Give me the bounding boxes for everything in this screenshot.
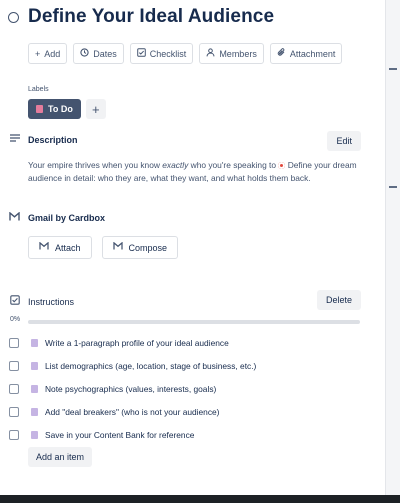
- paperclip-icon: [277, 48, 286, 59]
- complete-toggle-icon[interactable]: [8, 11, 19, 23]
- book-icon: [31, 338, 38, 347]
- checklist-progress-bar: [28, 320, 360, 324]
- description-heading-text: Description: [28, 135, 78, 145]
- book-icon: [31, 361, 38, 370]
- add-checklist-item-button[interactable]: Add an item: [28, 447, 93, 467]
- checklist-item-text[interactable]: Add "deal breakers" (who is not your aud…: [45, 407, 219, 417]
- label-text: To Do: [48, 104, 73, 114]
- checklist-items: Write a 1-paragraph profile of your idea…: [9, 331, 256, 446]
- checklist-item[interactable]: List demographics (age, location, stage …: [9, 354, 256, 377]
- labels-heading: Labels: [28, 86, 49, 93]
- book-icon: [31, 384, 38, 393]
- strip-mark: [389, 186, 397, 188]
- checklist-checkbox[interactable]: [9, 406, 19, 417]
- gmail-icon: [8, 211, 21, 224]
- book-icon: [31, 430, 38, 439]
- description-emphasis: exactly: [162, 160, 189, 170]
- checklist-icon: [137, 48, 146, 59]
- person-icon: [206, 48, 215, 59]
- checklist-item[interactable]: Note psychographics (values, interests, …: [9, 377, 256, 400]
- checklist-heading-text[interactable]: Instructions: [28, 297, 74, 307]
- checklist-item[interactable]: Write a 1-paragraph profile of your idea…: [9, 331, 256, 354]
- gmail-actions: Attach Compose: [28, 236, 179, 259]
- label-to-do[interactable]: To Do: [28, 99, 81, 119]
- description-part-2: who you're speaking to: [188, 160, 279, 170]
- add-button-label: Add: [44, 48, 61, 59]
- dates-button-label: Dates: [93, 48, 117, 59]
- checklist-button[interactable]: Checklist: [129, 43, 194, 64]
- checklist-item[interactable]: Add "deal breakers" (who is not your aud…: [9, 400, 256, 423]
- dates-button[interactable]: Dates: [73, 43, 124, 64]
- description-lines-icon: [8, 134, 21, 146]
- checklist-item-text[interactable]: Write a 1-paragraph profile of your idea…: [45, 338, 229, 348]
- strip-mark: [389, 68, 397, 70]
- delete-checklist-button[interactable]: Delete: [316, 290, 361, 310]
- description-text[interactable]: Your empire thrives when you know exactl…: [28, 159, 364, 185]
- members-button-label: Members: [219, 48, 257, 59]
- checklist-item[interactable]: Save in your Content Bank for reference: [9, 423, 256, 446]
- card-actions: + Add Dates Checklist Members Attachment: [28, 43, 343, 64]
- checklist-item-text[interactable]: List demographics (age, location, stage …: [45, 361, 256, 371]
- gmail-icon: [39, 241, 49, 253]
- add-button[interactable]: + Add: [28, 43, 68, 64]
- description-part-1: Your empire thrives when you know: [28, 160, 163, 170]
- gmail-attach-label: Attach: [55, 242, 81, 253]
- checklist-item-text[interactable]: Note psychographics (values, interests, …: [45, 384, 216, 394]
- bottom-bar: [0, 495, 400, 503]
- gmail-compose-button[interactable]: Compose: [101, 236, 179, 259]
- checklist-checkbox[interactable]: [9, 383, 19, 394]
- checklist-item-text[interactable]: Save in your Content Bank for reference: [45, 430, 194, 440]
- side-scroll-strip[interactable]: [385, 0, 400, 495]
- checklist-checkbox[interactable]: [9, 337, 19, 348]
- clock-icon: [80, 48, 89, 59]
- add-label-button[interactable]: +: [85, 99, 106, 119]
- card-title[interactable]: Define Your Ideal Audience: [28, 6, 274, 28]
- description-heading: Description: [8, 134, 78, 146]
- checklist-button-label: Checklist: [149, 48, 187, 59]
- gmail-compose-label: Compose: [128, 242, 168, 253]
- checklist-heading: Instructions: [8, 295, 74, 308]
- checklist-icon: [8, 295, 21, 308]
- members-button[interactable]: Members: [199, 43, 264, 64]
- book-icon: [36, 105, 43, 113]
- edit-description-button[interactable]: Edit: [327, 131, 361, 151]
- checklist-checkbox[interactable]: [9, 429, 19, 440]
- gmail-heading-text: Gmail by Cardbox: [28, 213, 106, 223]
- attachment-button-label: Attachment: [289, 48, 336, 59]
- gmail-heading: Gmail by Cardbox: [8, 211, 106, 224]
- plus-icon: +: [35, 48, 41, 59]
- checklist-checkbox[interactable]: [9, 360, 19, 371]
- card-title-row: Define Your Ideal Audience: [8, 6, 274, 28]
- checklist-progress-percent: 0%: [10, 316, 21, 323]
- gmail-icon: [112, 241, 123, 253]
- card-detail: Define Your Ideal Audience + Add Dates C…: [0, 0, 385, 495]
- attachment-button[interactable]: Attachment: [269, 43, 343, 64]
- gmail-attach-button[interactable]: Attach: [28, 236, 92, 259]
- labels-row: To Do +: [28, 99, 106, 119]
- book-icon: [31, 407, 38, 416]
